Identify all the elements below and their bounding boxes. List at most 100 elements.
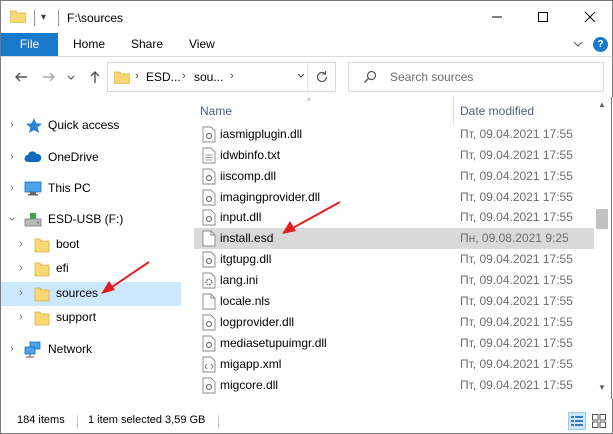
nav-item-quick-access[interactable]: › Quick access xyxy=(1,114,181,138)
search-box[interactable]: Search sources xyxy=(348,62,604,92)
file-row[interactable]: itgtupg.dll Пт, 09.04.2021 17:55 xyxy=(194,249,594,270)
search-input[interactable]: Search sources xyxy=(390,70,473,84)
nav-item-esd-usb[interactable]: › ESD-USB (F:) xyxy=(1,208,181,232)
nav-label: OneDrive xyxy=(48,150,99,164)
quick-access-dropdown[interactable]: ▾ xyxy=(41,10,53,26)
folder-icon xyxy=(34,238,50,253)
tab-home[interactable]: Home xyxy=(73,33,105,56)
folder-icon xyxy=(34,287,50,302)
dll-file-icon xyxy=(202,335,216,352)
breadcrumb-folder[interactable]: sou... xyxy=(194,70,223,84)
file-row[interactable]: input.dll Пт, 09.04.2021 17:55 xyxy=(194,207,594,228)
file-row[interactable]: imagingprovider.dll Пт, 09.04.2021 17:55 xyxy=(194,187,594,208)
dll-file-icon xyxy=(202,168,216,185)
chevron-down-icon[interactable] xyxy=(296,71,306,81)
chevron-right-icon[interactable]: › xyxy=(16,311,26,323)
minimize-button[interactable] xyxy=(474,1,520,33)
settings-file-icon xyxy=(202,272,216,289)
folder-icon xyxy=(114,71,130,84)
chevron-right-icon[interactable]: › xyxy=(7,119,17,131)
refresh-button[interactable] xyxy=(307,63,336,91)
file-row[interactable]: migapp.xml Пт, 09.04.2021 17:55 xyxy=(194,354,594,375)
file-name: input.dll xyxy=(220,210,262,224)
vertical-scrollbar[interactable]: ▲ ▼ xyxy=(594,97,612,399)
help-button[interactable]: ? xyxy=(593,37,608,52)
dll-file-icon xyxy=(202,209,216,226)
tab-file[interactable]: File xyxy=(1,33,58,56)
chevron-right-icon[interactable]: › xyxy=(135,70,139,82)
file-row[interactable]: migcore.dll Пт, 09.04.2021 17:55 xyxy=(194,375,594,396)
column-name[interactable]: Name xyxy=(200,104,232,118)
chevron-right-icon[interactable]: › xyxy=(230,70,234,82)
file-row[interactable]: idwbinfo.txt Пт, 09.04.2021 17:55 xyxy=(194,145,594,166)
text-file-icon xyxy=(202,147,216,164)
star-icon xyxy=(26,118,42,133)
scroll-down-icon[interactable]: ▼ xyxy=(598,383,606,392)
folder-icon xyxy=(10,10,26,23)
maximize-button[interactable] xyxy=(520,1,566,33)
title-separator xyxy=(34,10,35,26)
blank-file-icon xyxy=(202,230,216,247)
nav-item-network[interactable]: › Network xyxy=(1,338,181,362)
chevron-right-icon[interactable]: › xyxy=(7,151,17,163)
navigation-pane: › Quick access › OneDrive › This PC › ES… xyxy=(0,97,181,399)
nav-label: ESD-USB (F:) xyxy=(48,212,124,226)
address-bar[interactable]: › ESD... › sou... › xyxy=(107,62,336,92)
scroll-up-icon[interactable]: ▲ xyxy=(598,100,606,109)
chevron-right-icon[interactable]: › xyxy=(16,287,26,299)
blank-file-icon xyxy=(202,293,216,310)
file-name: migcore.dll xyxy=(220,378,279,392)
scrollbar-thumb[interactable] xyxy=(596,209,608,229)
file-date: Пт, 09.04.2021 17:55 xyxy=(460,378,573,392)
recent-locations-icon[interactable] xyxy=(66,69,76,85)
file-name: lang.ini xyxy=(220,273,259,287)
back-arrow-icon[interactable] xyxy=(13,69,29,85)
annotation-arrow xyxy=(101,261,150,294)
search-icon xyxy=(364,70,377,83)
file-name: mediasetupuimgr.dll xyxy=(220,336,327,350)
file-date: Пт, 09.04.2021 17:55 xyxy=(460,252,573,266)
window-title: F:\sources xyxy=(67,11,124,25)
chevron-down-icon[interactable] xyxy=(572,37,584,51)
file-row[interactable]: locale.nls Пт, 09.04.2021 17:55 xyxy=(194,291,594,312)
chevron-right-icon[interactable]: › xyxy=(7,343,17,355)
chevron-right-icon[interactable]: › xyxy=(16,238,26,250)
maximize-icon xyxy=(538,12,548,22)
tab-share[interactable]: Share xyxy=(131,33,163,56)
file-date: Пт, 09.04.2021 17:55 xyxy=(460,273,573,287)
file-row[interactable]: logprovider.dll Пт, 09.04.2021 17:55 xyxy=(194,312,594,333)
dll-file-icon xyxy=(202,314,216,331)
nav-item-this-pc[interactable]: › This PC xyxy=(1,177,181,201)
file-name: logprovider.dll xyxy=(220,315,295,329)
dll-file-icon xyxy=(202,189,216,206)
title-bar: ▾ F:\sources xyxy=(0,0,613,33)
chevron-down-icon[interactable]: › xyxy=(6,214,18,224)
file-list: ^ Name Date modified iasmigplugin.dll Пт… xyxy=(187,97,594,399)
tab-view[interactable]: View xyxy=(189,33,215,56)
details-view-button[interactable] xyxy=(568,412,586,430)
file-row[interactable]: lang.ini Пт, 09.04.2021 17:55 xyxy=(194,270,594,291)
chevron-right-icon[interactable]: › xyxy=(16,262,26,274)
file-date: Пт, 09.04.2021 17:55 xyxy=(460,169,573,183)
close-button[interactable] xyxy=(567,1,613,33)
file-row[interactable]: iasmigplugin.dll Пт, 09.04.2021 17:55 xyxy=(194,124,594,145)
nav-item-boot[interactable]: › boot xyxy=(1,233,181,257)
up-arrow-icon[interactable] xyxy=(87,69,103,85)
file-row[interactable]: iiscomp.dll Пт, 09.04.2021 17:55 xyxy=(194,166,594,187)
chevron-right-icon[interactable]: › xyxy=(182,70,186,82)
breadcrumb-drive[interactable]: ESD... xyxy=(146,70,181,84)
file-name: itgtupg.dll xyxy=(220,252,272,266)
column-divider[interactable] xyxy=(453,97,454,125)
file-row-selected[interactable]: install.esd Пн, 09.08.2021 9:25 xyxy=(194,228,594,249)
forward-arrow-icon[interactable] xyxy=(41,69,57,85)
nav-item-support[interactable]: › support xyxy=(1,306,181,330)
chevron-right-icon[interactable]: › xyxy=(7,182,17,194)
nav-label: support xyxy=(56,310,97,324)
column-date-modified[interactable]: Date modified xyxy=(460,104,534,118)
large-icons-view-button[interactable] xyxy=(590,412,608,430)
nav-item-onedrive[interactable]: › OneDrive xyxy=(1,146,181,170)
file-row[interactable]: mediasetupuimgr.dll Пт, 09.04.2021 17:55 xyxy=(194,333,594,354)
file-date: Пт, 09.04.2021 17:55 xyxy=(460,210,573,224)
large-icons-view-icon xyxy=(592,414,606,428)
folder-icon xyxy=(34,311,50,326)
